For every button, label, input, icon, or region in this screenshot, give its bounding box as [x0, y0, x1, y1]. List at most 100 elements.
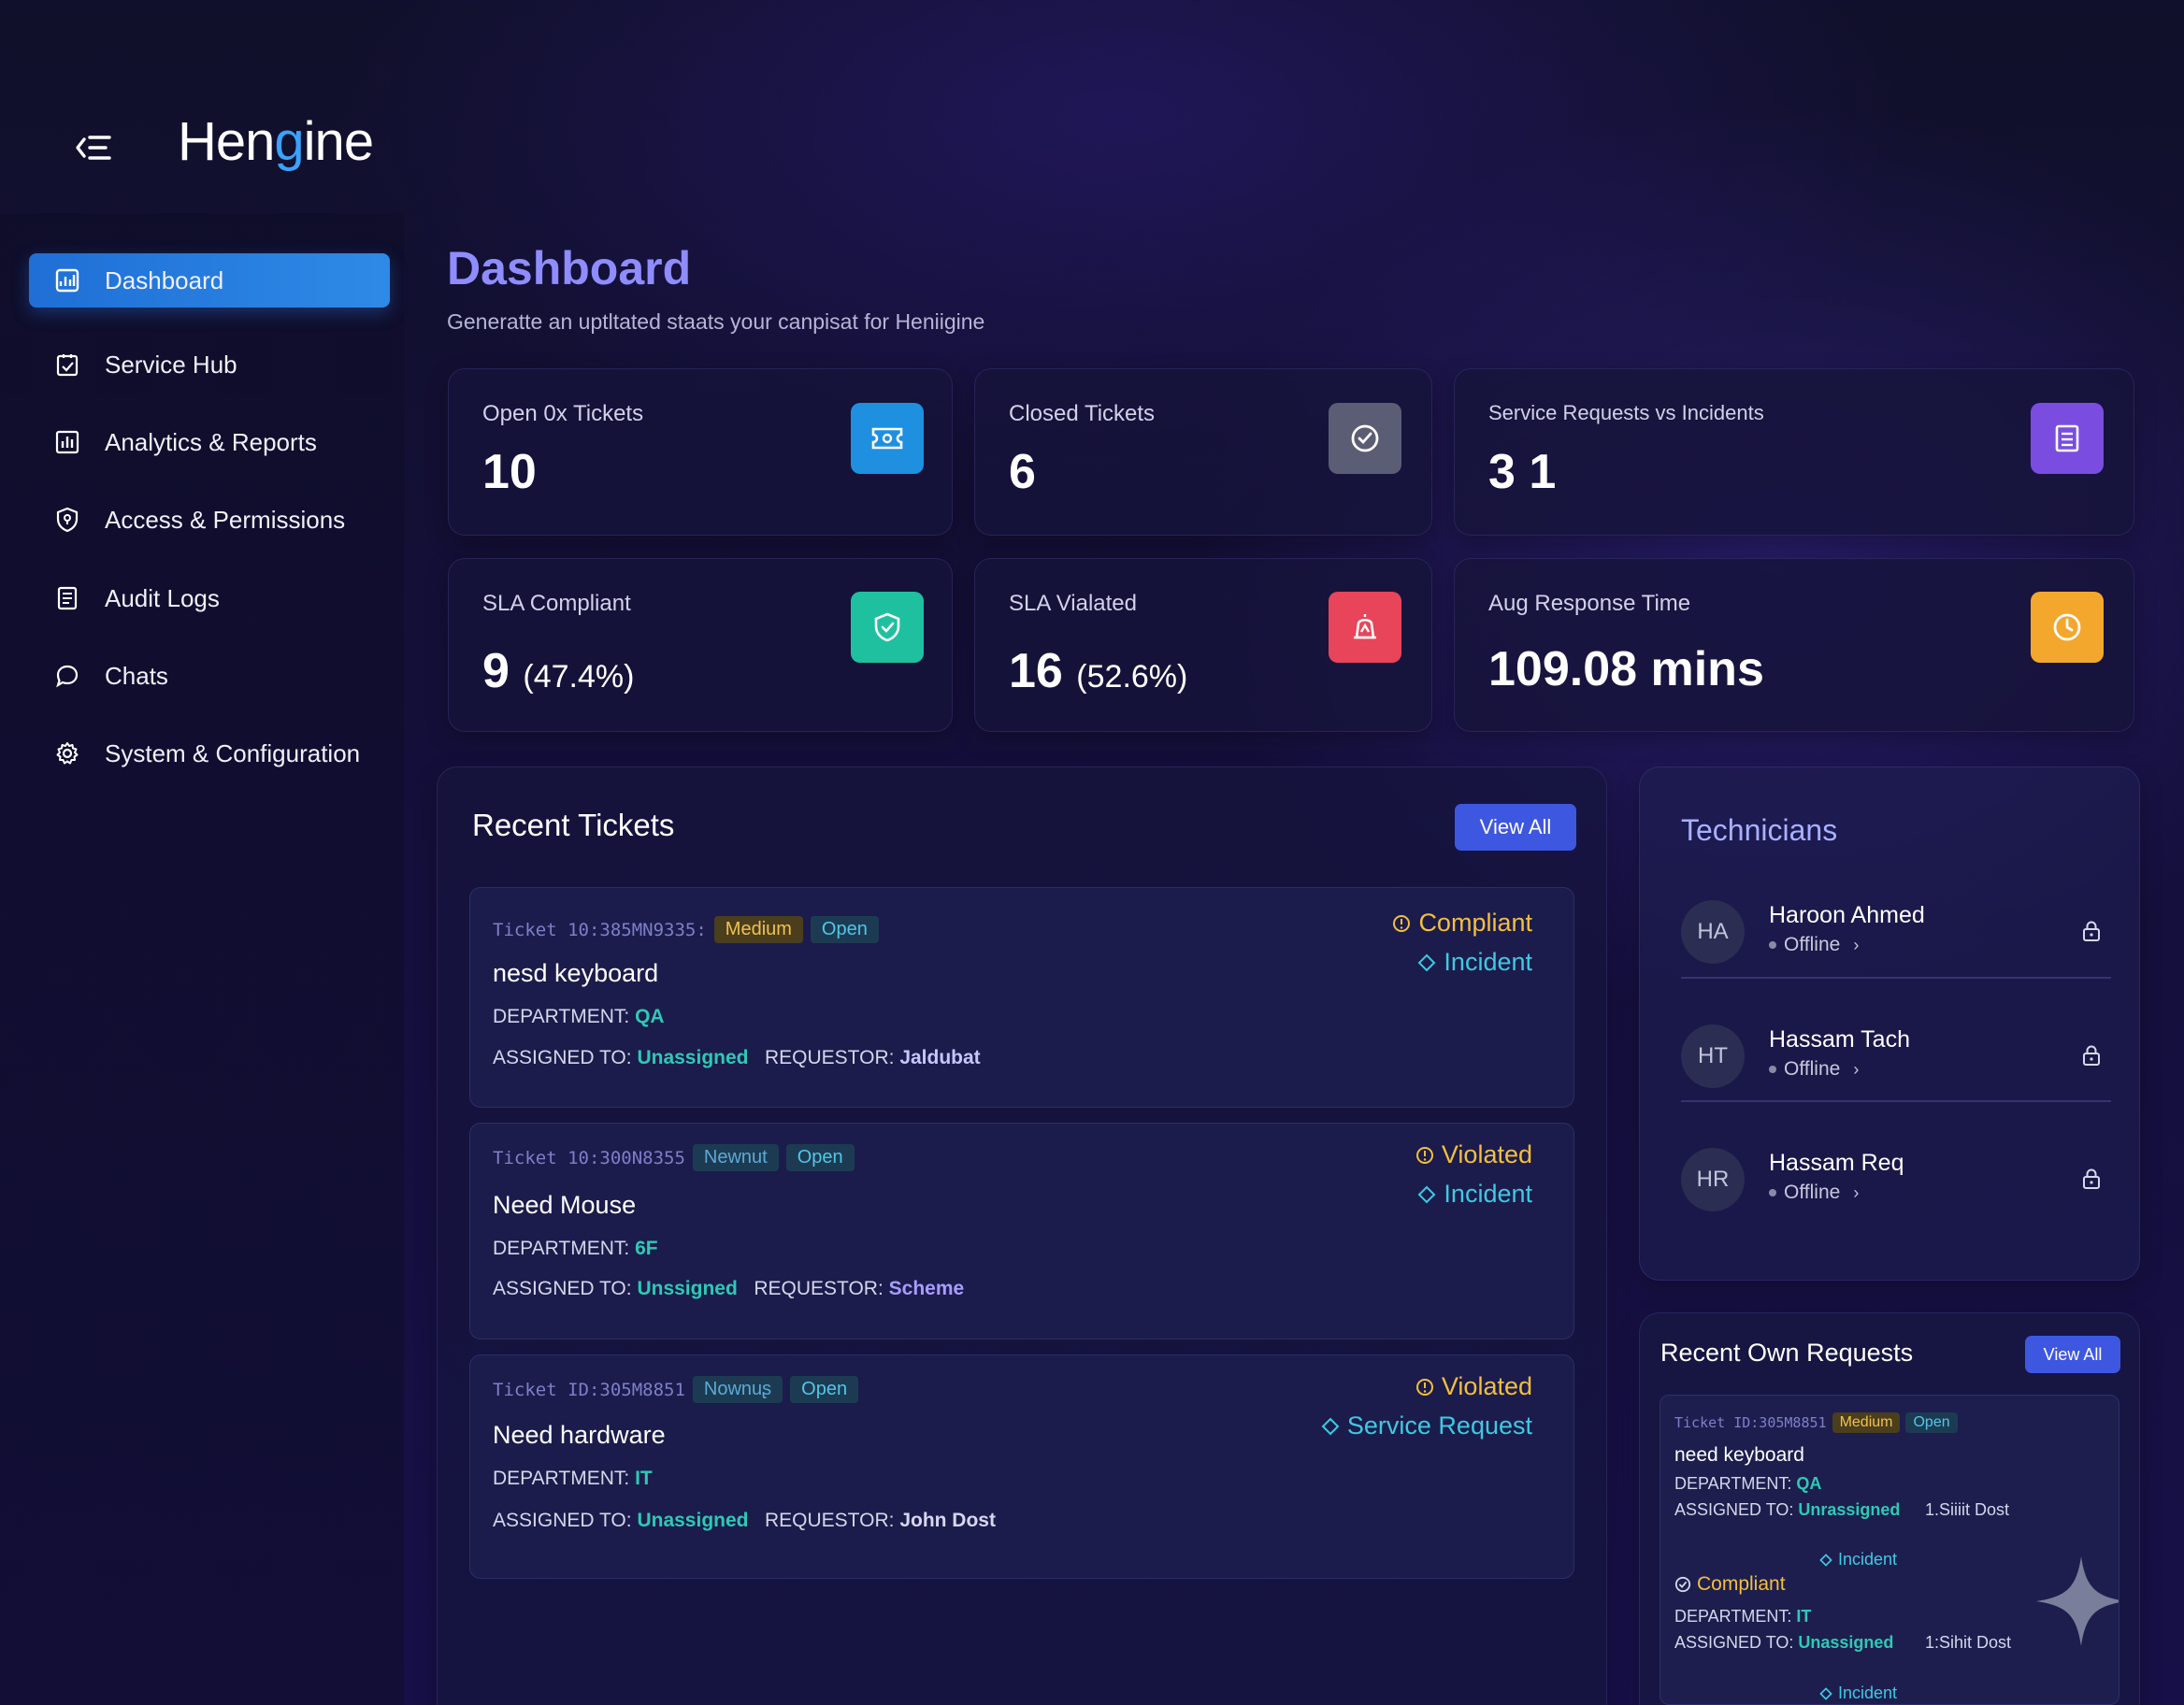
technician-row[interactable]: HT Hassam Tach Offline ›	[1681, 1008, 2111, 1120]
sidebar-item-access[interactable]: Access & Permissions	[29, 493, 390, 547]
stat-value: 10	[482, 444, 537, 500]
shield-check-icon	[851, 592, 924, 663]
ticket-card[interactable]: Ticket 10:385MN9335: Medium Open nesd ke…	[469, 887, 1574, 1108]
requestor-label: REQUESTOR:	[765, 1047, 895, 1068]
divider	[1681, 1100, 2111, 1102]
sidebar-item-service-hub[interactable]: Service Hub	[29, 337, 390, 392]
status-text: Offline	[1784, 1182, 1841, 1203]
stat-percent: (47.4%)	[523, 659, 635, 695]
ticket-card[interactable]: Ticket 10:300N8355 Newnut Open Need Mous…	[469, 1123, 1574, 1340]
own-request-card[interactable]: Ticket ID:305M8851 Medium Open need keyb…	[1660, 1395, 2119, 1705]
ticket-id: Ticket ID:305M8851	[1674, 1414, 1827, 1431]
stat-number: 6	[1009, 445, 1036, 499]
diamond-icon	[1819, 1553, 1832, 1567]
stat-card-closed-tickets[interactable]: Closed Tickets 6	[974, 368, 1432, 536]
ticket-assignment: ASSIGNED TO: Unrassigned	[1674, 1500, 1900, 1520]
shield-icon	[53, 506, 81, 534]
type-text: Incident	[1838, 1550, 1898, 1569]
sla-status: Compliant	[1392, 909, 1532, 938]
collapse-menu-button[interactable]	[67, 122, 120, 174]
view-all-own-requests-button[interactable]: View All	[2025, 1336, 2120, 1373]
sla-status: Violated	[1415, 1372, 1532, 1401]
sidebar-item-analytics[interactable]: Analytics & Reports	[29, 415, 390, 469]
ticket-assignment: ASSIGNED TO: Unassigned REQUESTOR: John …	[493, 1510, 996, 1532]
sidebar-item-chats[interactable]: Chats	[29, 649, 390, 703]
type-text: Incident	[1444, 1180, 1532, 1208]
assigned-value: Unassigned	[637, 1047, 749, 1068]
assigned-label: ASSIGNED TO:	[1674, 1500, 1794, 1519]
department-value: QA	[635, 1006, 665, 1027]
ticket-title: need keyboard	[1674, 1444, 1804, 1466]
ticket-department: DEPARTMENT: IT	[493, 1468, 653, 1490]
sparkle-icon	[2036, 1556, 2119, 1646]
status-dot	[1769, 941, 1776, 949]
assigned-label: ASSIGNED TO:	[1674, 1633, 1794, 1652]
ticket-card[interactable]: Ticket ID:305M8851 Nownuʂ Open Need hard…	[469, 1354, 1574, 1579]
status-dot	[1769, 1066, 1776, 1073]
avatar: HT	[1681, 1024, 1745, 1088]
app-logo[interactable]: Hengine	[178, 110, 374, 173]
chevron-right-icon: ›	[1853, 1182, 1860, 1202]
alert-circle-icon	[1415, 1378, 1433, 1396]
stat-card-sla-compliant[interactable]: SLA Compliant 9 (47.4%)	[448, 558, 953, 732]
lock-icon[interactable]	[2079, 1167, 2104, 1191]
lock-icon[interactable]	[2079, 1043, 2104, 1067]
department-label: DEPARTMENT:	[1674, 1607, 1792, 1626]
department-label: DEPARTMENT:	[493, 1006, 630, 1027]
priority-badge: Nownuʂ	[692, 1376, 783, 1403]
requestor-value: Jaldubat	[899, 1047, 981, 1068]
assigned-value: Unssigned	[637, 1278, 738, 1299]
stat-card-open-tickets[interactable]: Open 0x Tickets 10	[448, 368, 953, 536]
requestor-value: 1:Sihit Dost	[1925, 1633, 2012, 1652]
stat-label: SLA Vialated	[1009, 591, 1138, 616]
sidebar-item-system-config[interactable]: System & Configuration	[29, 726, 390, 781]
sla-text: Violated	[1441, 1140, 1532, 1168]
ticket-department: DEPARTMENT: QA	[1674, 1474, 1821, 1494]
stat-card-avg-response-time[interactable]: Aug Response Time 109.08 mins	[1454, 558, 2134, 732]
priority-badge: Medium	[1832, 1412, 1901, 1433]
alert-circle-icon	[1393, 914, 1411, 932]
ticket-assignment: ASSIGNED TO: Unassigned REQUESTOR: Jaldu…	[493, 1047, 981, 1069]
stat-card-service-vs-incidents[interactable]: Service Requests vs Incidents 3 1	[1454, 368, 2134, 536]
stat-value: 109.08 mins	[1488, 641, 1764, 697]
sla-text: Compliant	[1418, 909, 1532, 937]
technicians-title: Technicians	[1681, 813, 1838, 847]
avatar: HR	[1681, 1148, 1745, 1211]
department-value: IT	[635, 1468, 653, 1489]
requestor-label: REQUESTOR:	[754, 1278, 884, 1299]
requestor-value: 1.Siiiit Dost	[1925, 1500, 2010, 1519]
ticket-department: DEPARTMENT: 6F	[493, 1238, 658, 1260]
top-bar: Hengine	[0, 0, 2184, 213]
sidebar-item-label: Audit Logs	[105, 583, 220, 612]
stat-label: SLA Compliant	[482, 591, 631, 616]
sidebar-item-dashboard[interactable]: Dashboard	[29, 253, 390, 308]
technician-row[interactable]: HA Haroon Ahmed Offline ›	[1681, 883, 2111, 996]
ticket-type: Incident	[1819, 1684, 1897, 1703]
diamond-icon	[1321, 1417, 1340, 1435]
ticket-id: Ticket 10:300N8355	[493, 1147, 685, 1168]
technician-status: Offline ›	[1769, 934, 1859, 956]
sla-status: Compliant	[1674, 1573, 1786, 1596]
sidebar-item-audit-logs[interactable]: Audit Logs	[29, 571, 390, 625]
ticket-department: DEPARTMENT: IT	[1674, 1607, 1811, 1626]
ticket-id-row: Ticket ID:305M8851 Medium Open	[1674, 1412, 1958, 1433]
requestor-label: REQUESTOR:	[765, 1510, 895, 1531]
assigned-value: Unrassigned	[1798, 1500, 1901, 1519]
stat-card-sla-violated[interactable]: SLA Vialated 16 (52.6%)	[974, 558, 1432, 732]
diamond-icon	[1418, 1185, 1436, 1203]
lock-icon[interactable]	[2079, 919, 2104, 943]
document-icon	[53, 584, 81, 612]
view-all-tickets-button[interactable]: View All	[1455, 804, 1576, 851]
divider	[1681, 977, 2111, 979]
diamond-icon	[1819, 1686, 1832, 1700]
ticket-title: Need hardware	[493, 1421, 666, 1449]
technician-row[interactable]: HR Hassam Req Offline ›	[1681, 1131, 2111, 1243]
type-text: Incident	[1444, 948, 1532, 976]
stat-number: 16	[1009, 644, 1063, 698]
recent-tickets-title: Recent Tickets	[472, 808, 675, 842]
ticket-icon	[851, 403, 924, 474]
stat-label: Closed Tickets	[1009, 401, 1156, 426]
status-text: Offline	[1784, 934, 1841, 955]
alarm-icon	[1329, 592, 1401, 663]
gear-icon	[53, 739, 81, 767]
